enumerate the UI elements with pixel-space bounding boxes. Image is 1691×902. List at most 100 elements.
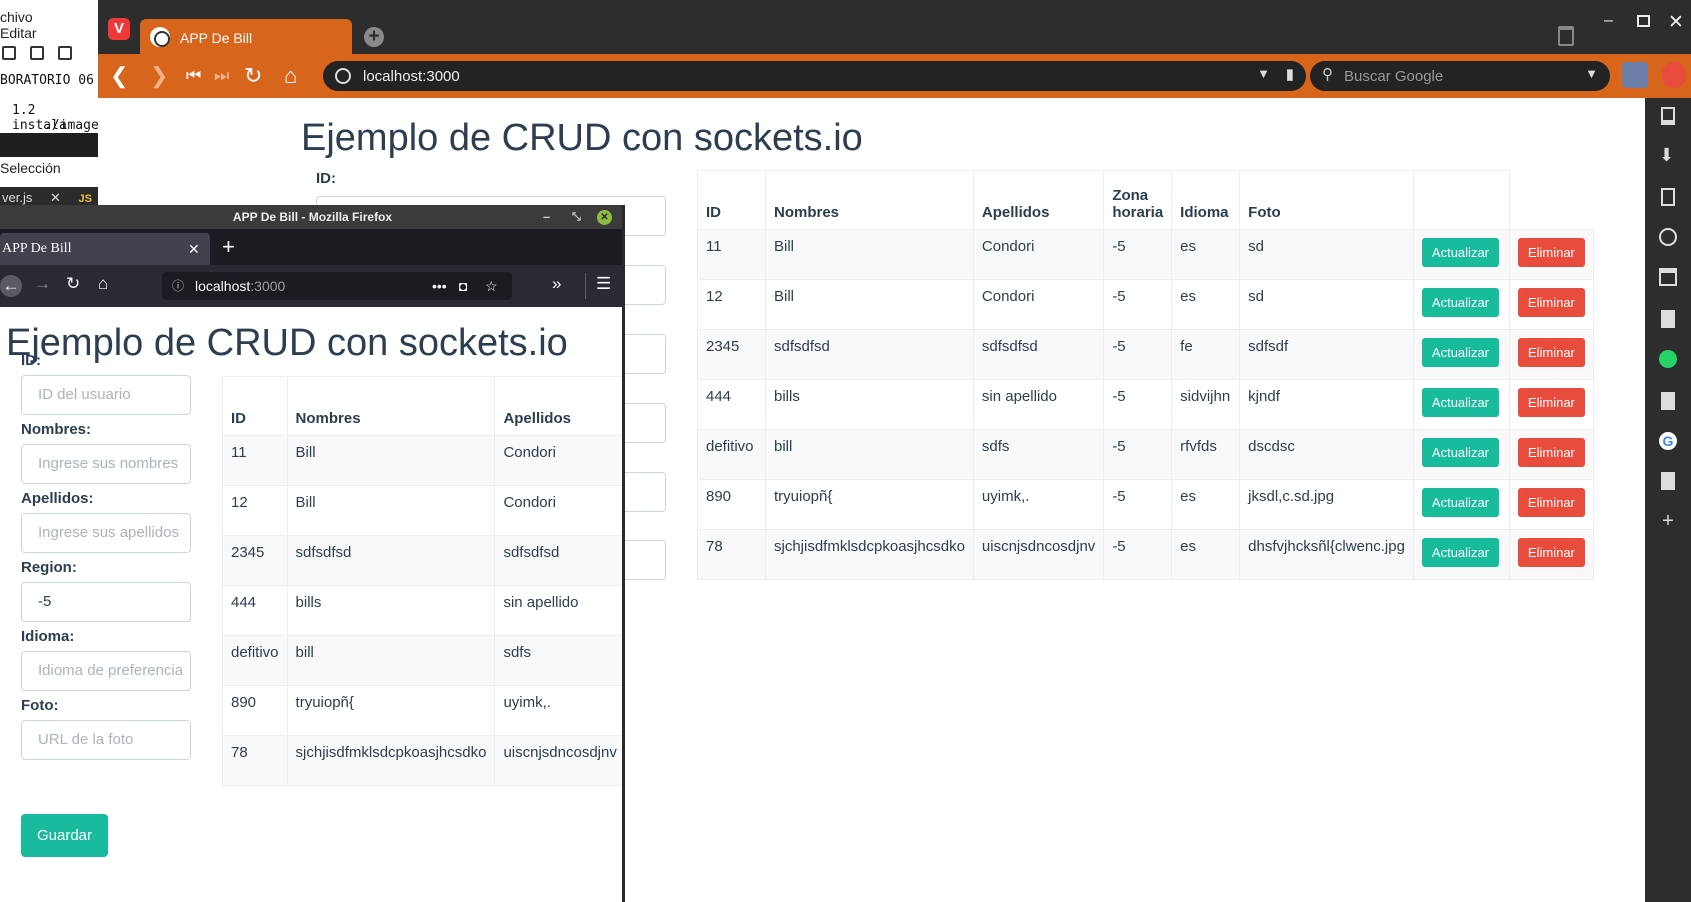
delete-button[interactable]: Eliminar <box>1517 538 1585 567</box>
idioma-input[interactable]: Idioma de preferencia <box>21 651 191 691</box>
star-icon[interactable]: ☆ <box>485 272 498 300</box>
forward-button[interactable]: ❯ <box>150 62 168 90</box>
pocket-icon[interactable]: ◘ <box>459 272 467 300</box>
cell-delete: Eliminar <box>1508 279 1594 330</box>
nombres-label: Nombres: <box>21 421 92 438</box>
delete-button[interactable]: Eliminar <box>1517 388 1585 417</box>
cell-nombres: bills <box>765 379 974 430</box>
vivaldi-logo-icon[interactable]: V <box>108 18 130 40</box>
cell-idioma: es <box>1171 529 1241 580</box>
rewind-button[interactable]: ⏮ <box>186 62 201 90</box>
cell-id: 890 <box>697 479 766 530</box>
downloads-panel-icon[interactable]: ⬇ <box>1659 145 1677 165</box>
delete-button[interactable]: Eliminar <box>1517 438 1585 467</box>
page-title: Ejemplo de CRUD con sockets.io <box>6 322 568 364</box>
delete-button[interactable]: Eliminar <box>1517 488 1585 517</box>
delete-button[interactable]: Eliminar <box>1517 338 1585 367</box>
web-panel-icon[interactable] <box>1661 310 1675 328</box>
update-button[interactable]: Actualizar <box>1421 238 1499 267</box>
cell-delete: Eliminar <box>1508 429 1594 480</box>
new-tab-button[interactable]: + <box>222 234 235 260</box>
history-panel-icon[interactable] <box>1659 228 1677 246</box>
url-field[interactable]: localhost:3000 ▼ ▮ <box>323 61 1306 91</box>
close-window-button[interactable]: ✕ <box>597 210 612 225</box>
close-tab-icon[interactable]: ✕ <box>188 233 200 265</box>
back-button[interactable]: ← <box>0 275 22 297</box>
editor-menubar: chivo Editar <box>0 9 98 41</box>
dropdown-icon[interactable]: ▼ <box>1257 66 1270 81</box>
delete-button[interactable]: Eliminar <box>1517 238 1585 267</box>
search-field[interactable]: ⚲ Buscar Google ▼ <box>1310 61 1610 91</box>
minimize-button[interactable]: – <box>543 205 550 229</box>
home-button[interactable]: ⌂ <box>98 274 108 294</box>
paste-icon[interactable] <box>30 46 44 60</box>
forward-button[interactable]: → <box>34 274 51 294</box>
page-title: Ejemplo de CRUD con sockets.io <box>301 117 863 159</box>
cell-zona: -5 <box>1103 229 1173 280</box>
format-icon[interactable] <box>58 46 72 60</box>
reload-button[interactable]: ↻ <box>244 62 262 90</box>
table-row: 2345 sdfsdfsd sdfsdfsd -5 fe sdfsdf Actu… <box>697 329 1594 380</box>
foto-input[interactable]: URL de la foto <box>21 720 191 760</box>
cell-nombres: Bill <box>286 435 496 486</box>
web-panel-icon[interactable] <box>1661 472 1675 490</box>
overflow-menu-icon[interactable]: » <box>552 274 561 294</box>
home-button[interactable]: ⌂ <box>284 62 297 90</box>
close-icon[interactable]: ✕ <box>50 190 61 205</box>
cell-apellidos: sdfsdfsd <box>494 535 622 586</box>
nombres-input[interactable]: Ingrese sus nombres <box>21 444 191 484</box>
copy-icon[interactable] <box>2 46 16 60</box>
back-button[interactable]: ❮ <box>110 62 128 90</box>
window-panel-icon[interactable] <box>1659 268 1677 286</box>
url-field[interactable]: ⓘ localhost:3000 ••• ◘ ☆ <box>162 272 512 300</box>
reload-button[interactable]: ↻ <box>66 274 80 294</box>
cell-id: 12 <box>222 485 288 536</box>
save-button[interactable]: Guardar <box>21 814 108 857</box>
delete-button[interactable]: Eliminar <box>1517 288 1585 317</box>
whatsapp-icon[interactable] <box>1659 350 1677 368</box>
firefox-active-tab[interactable]: APP De Bill ✕ <box>0 233 210 265</box>
region-input[interactable]: -5 <box>21 582 191 622</box>
update-button[interactable]: Actualizar <box>1421 438 1499 467</box>
fast-forward-button[interactable]: ⏭ <box>214 62 229 90</box>
globe-icon <box>150 27 170 47</box>
web-panel-icon[interactable] <box>1661 392 1675 410</box>
trash-icon[interactable] <box>1558 26 1574 46</box>
site-info-icon[interactable] <box>335 68 351 84</box>
update-button[interactable]: Actualizar <box>1421 488 1499 517</box>
update-button[interactable]: Actualizar <box>1421 338 1499 367</box>
menu-editar[interactable]: Editar <box>0 25 37 41</box>
page-actions-icon[interactable]: ••• <box>432 272 447 300</box>
id-label: ID: <box>316 170 336 187</box>
restore-button[interactable]: ⤡ <box>572 205 581 229</box>
cell-foto: kjndf <box>1239 379 1414 430</box>
extension-icon[interactable] <box>1662 62 1686 88</box>
bookmarks-panel-icon[interactable] <box>1661 107 1675 125</box>
bookmark-icon[interactable]: ▮ <box>1286 65 1294 83</box>
cell-apellidos: sdfsdfsd <box>972 329 1105 380</box>
close-window-button[interactable]: ✕ <box>1668 11 1684 34</box>
update-button[interactable]: Actualizar <box>1421 388 1499 417</box>
menu-seleccion[interactable]: Selección <box>0 160 61 176</box>
search-engine-dropdown-icon[interactable]: ▼ <box>1585 66 1598 81</box>
table-row: 12 Bill Condori <box>222 485 622 536</box>
update-button[interactable]: Actualizar <box>1421 288 1499 317</box>
translate-extension-icon[interactable] <box>1622 62 1648 88</box>
header-actions <box>1412 170 1510 230</box>
maximize-button[interactable] <box>1637 15 1650 27</box>
new-tab-button[interactable]: + <box>364 27 384 47</box>
google-icon[interactable]: G <box>1659 432 1677 450</box>
add-panel-icon[interactable]: + <box>1659 510 1677 532</box>
vivaldi-active-tab[interactable]: APP De Bill <box>140 19 352 56</box>
minimize-button[interactable]: ‒ <box>1604 12 1613 30</box>
hamburger-menu-icon[interactable]: ☰ <box>596 274 611 294</box>
update-button[interactable]: Actualizar <box>1421 538 1499 567</box>
notes-panel-icon[interactable] <box>1661 188 1675 206</box>
apellidos-input[interactable]: Ingrese sus apellidos <box>21 513 191 553</box>
menu-archivo[interactable]: chivo <box>0 9 33 25</box>
cell-nombres: Bill <box>286 485 496 536</box>
id-input[interactable]: ID del usuario <box>21 375 191 415</box>
header-idioma: Idioma <box>1171 170 1241 230</box>
info-icon[interactable]: ⓘ <box>172 272 184 300</box>
url-port: :3000 <box>250 278 286 294</box>
